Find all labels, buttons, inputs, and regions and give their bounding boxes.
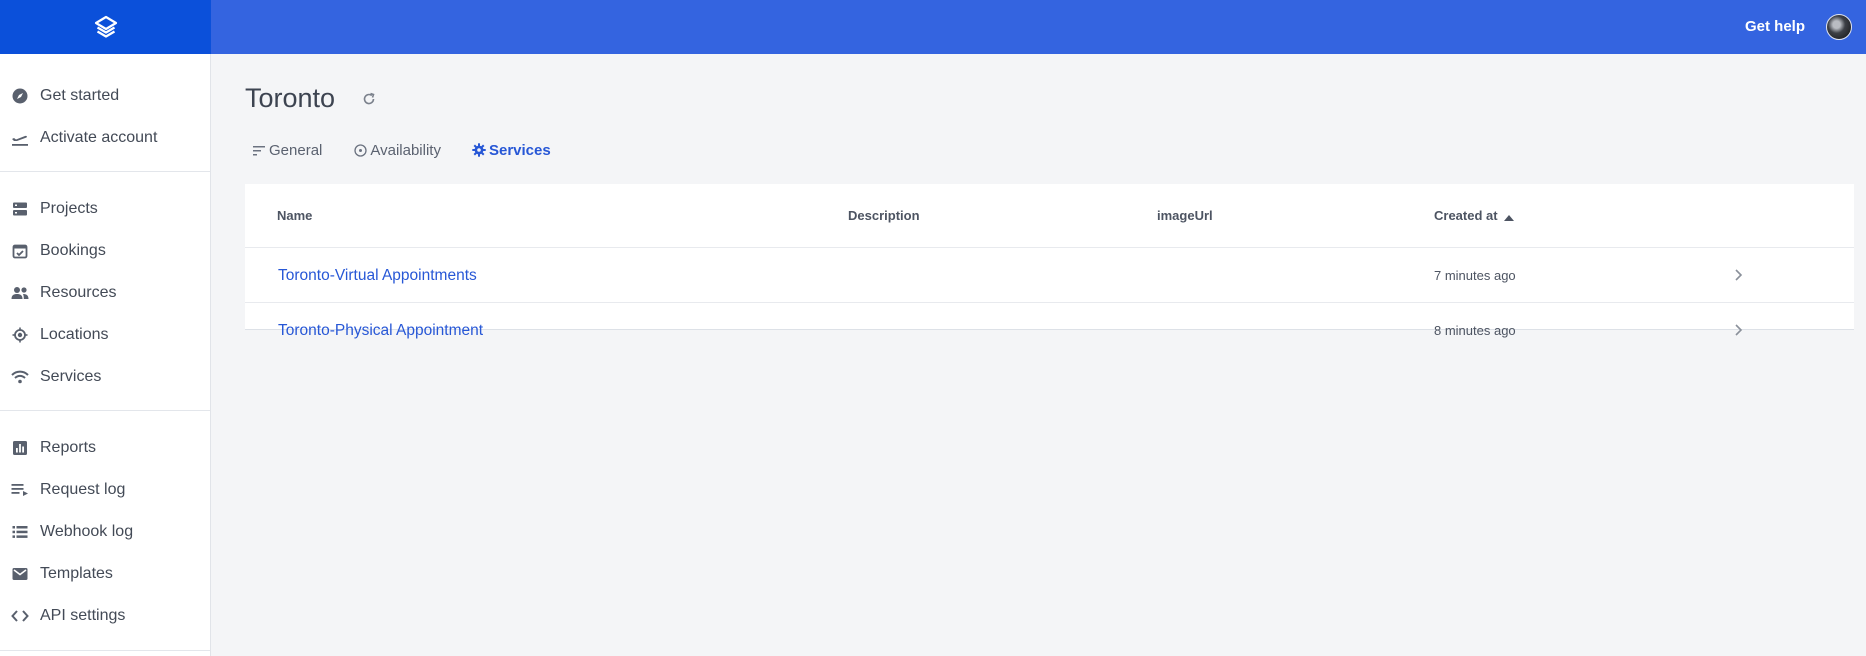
- layers-logo-icon: [94, 15, 117, 38]
- sidebar-item-locations[interactable]: Locations: [0, 317, 210, 353]
- sidebar-item-request-log[interactable]: Request log: [0, 472, 210, 508]
- services-table: Name Description imageUrl Created at Tor…: [245, 184, 1854, 339]
- sidebar-item-label: Locations: [40, 326, 109, 343]
- column-header-created-at[interactable]: Created at: [1434, 184, 1514, 248]
- location-target-icon: [11, 326, 29, 344]
- sort-up-icon: [1503, 185, 1514, 249]
- playlist-icon: [11, 481, 29, 499]
- bar-chart-icon: [11, 439, 29, 457]
- mail-icon: [11, 565, 29, 583]
- wifi-icon: [11, 368, 29, 386]
- target-icon: [353, 143, 367, 157]
- sidebar-item-reports[interactable]: Reports: [0, 430, 210, 466]
- sidebar-item-resources[interactable]: Resources: [0, 275, 210, 311]
- sidebar-item-label: Templates: [40, 565, 113, 582]
- sidebar-item-label: Activate account: [40, 129, 158, 146]
- sidebar-item-label: Projects: [40, 200, 98, 217]
- sidebar-item-api-settings[interactable]: API settings: [0, 598, 210, 634]
- server-icon: [11, 200, 29, 218]
- service-name-link[interactable]: Toronto-Virtual Appointments: [278, 248, 477, 303]
- refresh-icon[interactable]: [360, 90, 378, 108]
- logo[interactable]: [0, 0, 211, 54]
- tab-label: Availability: [370, 141, 441, 159]
- tab-bar: General Availability Services: [245, 138, 582, 162]
- tab-label: General: [269, 141, 323, 159]
- sort-lines-icon: [252, 143, 266, 157]
- sidebar-item-bookings[interactable]: Bookings: [0, 233, 210, 269]
- code-icon: [11, 607, 29, 625]
- created-at-cell: 7 minutes ago: [1434, 268, 1516, 283]
- sidebar-divider: [0, 171, 210, 172]
- compass-icon: [11, 87, 29, 105]
- sidebar-item-get-started[interactable]: Get started: [0, 78, 210, 114]
- table-header: Name Description imageUrl Created at: [245, 184, 1854, 248]
- sidebar-item-label: Services: [40, 368, 102, 385]
- page-title: Toronto: [245, 83, 336, 113]
- sidebar-item-label: Webhook log: [40, 523, 134, 540]
- column-header-name[interactable]: Name: [277, 184, 312, 248]
- tab-availability[interactable]: Availability: [353, 142, 441, 159]
- plane-takeoff-icon: [11, 129, 29, 147]
- sidebar-item-webhook-log[interactable]: Webhook log: [0, 514, 210, 550]
- calendar-check-icon: [11, 242, 29, 260]
- sidebar-item-projects[interactable]: Projects: [0, 191, 210, 227]
- table-row[interactable]: Toronto-Physical Appointment 8 minutes a…: [245, 303, 1854, 358]
- tab-services[interactable]: Services: [472, 142, 551, 159]
- sidebar-divider: [0, 410, 210, 411]
- created-at-cell: 8 minutes ago: [1434, 323, 1516, 338]
- list-icon: [11, 523, 29, 541]
- sidebar-item-label: Bookings: [40, 242, 106, 259]
- sidebar-item-templates[interactable]: Templates: [0, 556, 210, 592]
- gear-icon: [472, 143, 486, 157]
- column-header-label: Created at: [1434, 208, 1498, 223]
- sidebar-item-label: Get started: [40, 87, 120, 104]
- top-bar: Get help: [0, 0, 1866, 54]
- column-header-imageurl[interactable]: imageUrl: [1157, 184, 1213, 248]
- avatar[interactable]: [1826, 14, 1852, 40]
- tab-general[interactable]: General: [252, 142, 322, 159]
- sidebar-item-activate-account[interactable]: Activate account: [0, 120, 210, 156]
- people-icon: [11, 284, 29, 302]
- chevron-right-icon[interactable]: [1730, 322, 1746, 338]
- sidebar: Get started Activate account Projects Bo…: [0, 54, 211, 656]
- get-help-link[interactable]: Get help: [1745, 0, 1805, 54]
- sidebar-divider: [0, 650, 210, 651]
- chevron-right-icon[interactable]: [1730, 267, 1746, 283]
- sidebar-item-services[interactable]: Services: [0, 359, 210, 395]
- tab-label: Services: [488, 141, 551, 159]
- sidebar-item-label: Resources: [40, 284, 117, 301]
- sidebar-item-label: API settings: [40, 607, 126, 624]
- column-header-description[interactable]: Description: [848, 184, 920, 248]
- table-row[interactable]: Toronto-Virtual Appointments 7 minutes a…: [245, 248, 1854, 303]
- service-name-link[interactable]: Toronto-Physical Appointment: [278, 303, 483, 358]
- main-content: Toronto General Availability Services Na…: [211, 54, 1866, 656]
- sidebar-item-label: Request log: [40, 481, 126, 498]
- sidebar-item-label: Reports: [40, 439, 97, 456]
